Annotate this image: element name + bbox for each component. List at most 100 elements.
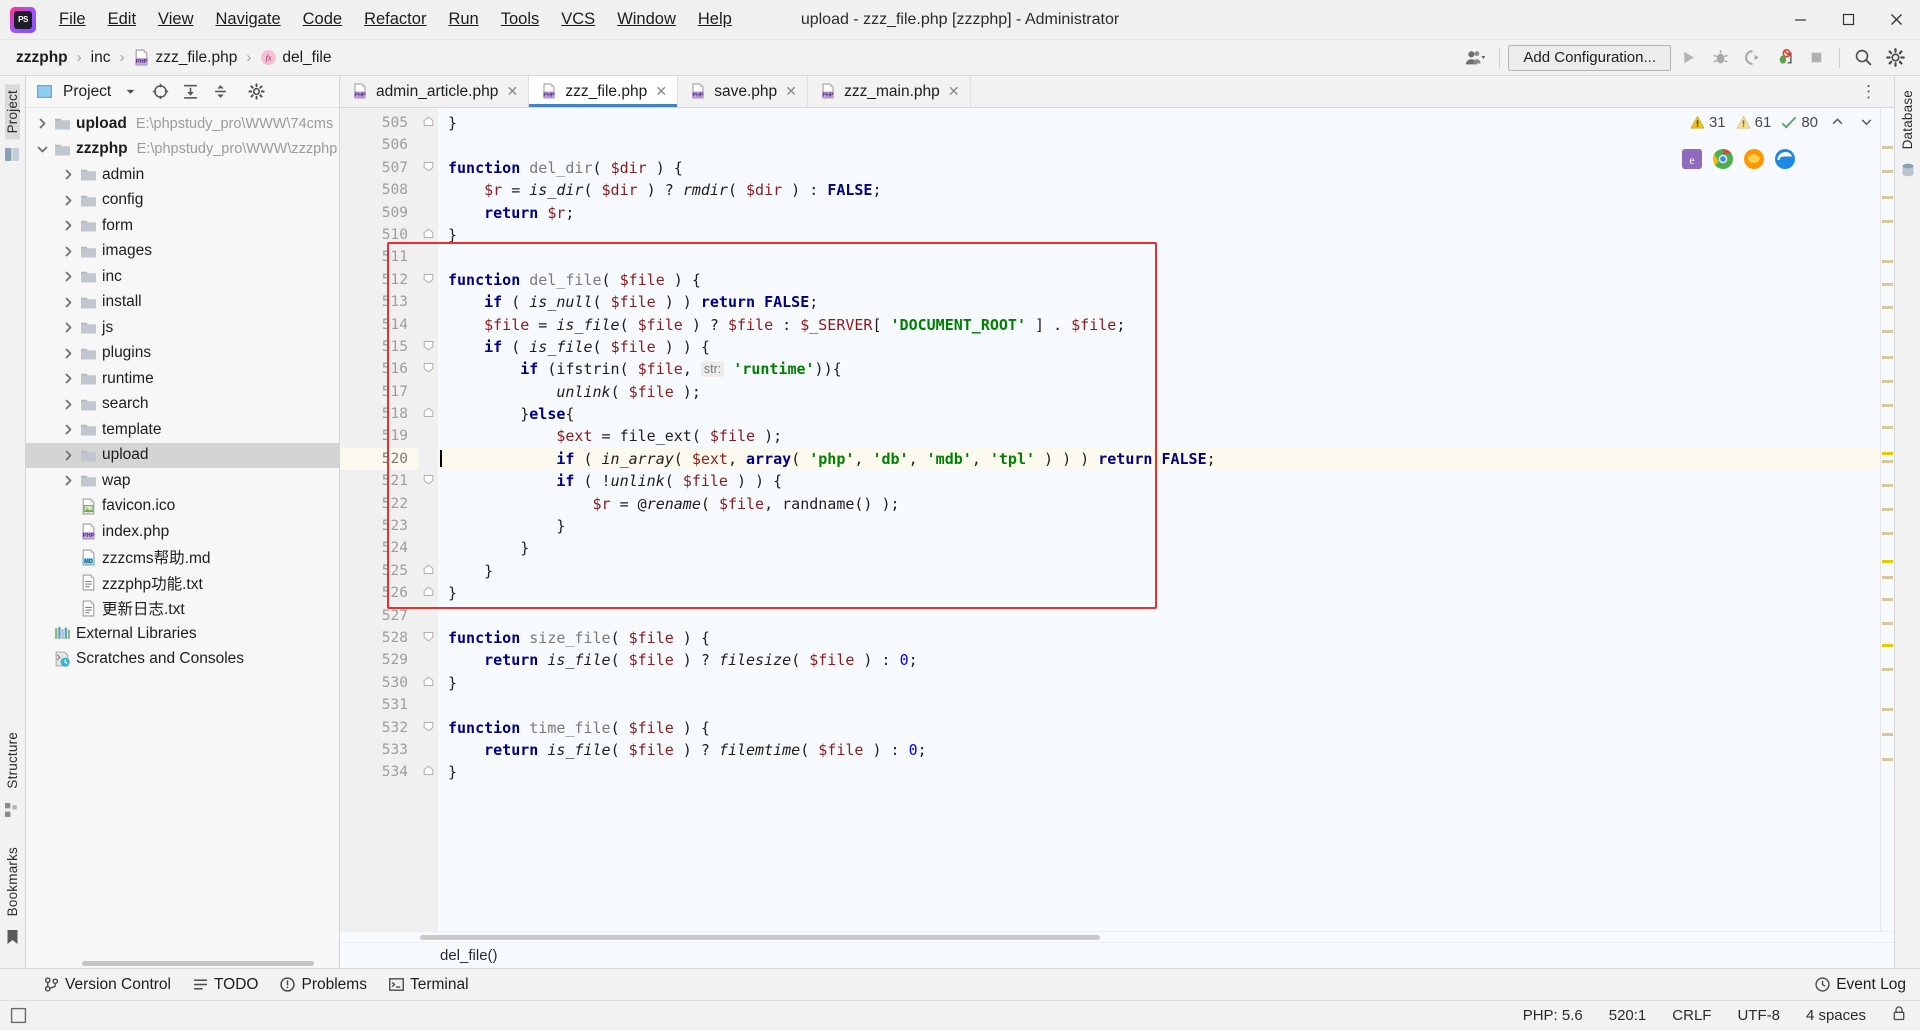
line-number[interactable]: 513 [340, 291, 418, 313]
chevron-right-icon[interactable] [34, 118, 51, 129]
code-fold-toggle[interactable] [418, 403, 438, 425]
code-fold-toggle[interactable] [418, 627, 438, 649]
tree-node-zzzcms-md[interactable]: MD zzzcms帮助.md [26, 545, 339, 571]
code-line[interactable]: return is_file( $file ) ? filemtime( $fi… [438, 739, 1880, 761]
line-number[interactable]: 515 [340, 336, 418, 358]
tree-node-runtime[interactable]: runtime [26, 366, 339, 392]
line-number[interactable]: 510 [340, 224, 418, 246]
weak-warnings-count[interactable]: 61 [1736, 114, 1771, 131]
line-number[interactable]: 529 [340, 649, 418, 671]
chevron-right-icon[interactable] [60, 297, 77, 308]
code-fold-toggle[interactable] [418, 582, 438, 604]
code-line[interactable]: return $r; [438, 202, 1880, 224]
menu-tools[interactable]: Tools [490, 6, 551, 33]
project-strip-icon[interactable] [5, 147, 20, 167]
code-line[interactable] [438, 134, 1880, 156]
code-folding-strip[interactable] [418, 108, 438, 931]
maximize-button[interactable] [1824, 0, 1872, 40]
code-line[interactable]: if ( is_file( $file ) ) { [438, 336, 1880, 358]
scrollbar-thumb[interactable] [420, 935, 1100, 940]
code-line[interactable]: } [438, 515, 1880, 537]
lock-icon[interactable] [1892, 1006, 1906, 1025]
browser-firefox-icon[interactable] [1743, 148, 1765, 170]
expand-all-icon[interactable] [177, 80, 203, 104]
code-line[interactable]: } [438, 582, 1880, 604]
tree-node-zzzphp[interactable]: zzzphp E:\phpstudy_pro\WWW\zzzphp [26, 137, 339, 163]
tree-node-install[interactable]: install [26, 290, 339, 316]
line-number[interactable]: 511 [340, 246, 418, 268]
indent-size-status[interactable]: 4 spaces [1806, 1007, 1866, 1024]
line-number[interactable]: 505 [340, 112, 418, 134]
search-everywhere-icon[interactable] [1848, 44, 1878, 72]
chevron-down-icon[interactable] [34, 144, 51, 155]
line-separator-status[interactable]: CRLF [1672, 1007, 1711, 1024]
code-fold-toggle[interactable] [418, 470, 438, 492]
chevron-right-icon[interactable] [60, 169, 77, 180]
tool-button-todo[interactable]: TODO [193, 976, 258, 994]
project-tree[interactable]: upload E:\phpstudy_pro\WWW\74cms zzzphp E:\… [26, 108, 339, 958]
code-fold-toggle[interactable] [418, 224, 438, 246]
settings-gear-icon[interactable] [1880, 44, 1910, 72]
tree-node-wap[interactable]: wap [26, 468, 339, 494]
line-number[interactable]: 514 [340, 314, 418, 336]
tree-node-index-php[interactable]: PHP index.php [26, 519, 339, 545]
line-number[interactable]: 520 [340, 447, 418, 471]
browser-edge-icon[interactable] [1774, 148, 1796, 170]
code-line[interactable] [438, 605, 1880, 627]
chevron-right-icon[interactable] [60, 450, 77, 461]
code-line[interactable]: } [438, 560, 1880, 582]
breadcrumb-item-file[interactable]: PHP zzz_file.php [129, 47, 241, 69]
code-fold-toggle[interactable] [418, 269, 438, 291]
close-tab-icon[interactable]: ✕ [505, 83, 519, 100]
line-number[interactable]: 523 [340, 515, 418, 537]
line-number[interactable]: 508 [340, 179, 418, 201]
code-fold-toggle[interactable] [418, 157, 438, 179]
tool-button-terminal[interactable]: Terminal [389, 976, 469, 994]
code-line[interactable]: if ( in_array( $ext, array( 'php', 'db',… [438, 447, 1880, 471]
tree-node-template[interactable]: template [26, 417, 339, 443]
code-line[interactable] [438, 694, 1880, 716]
code-line[interactable]: return is_file( $file ) ? filesize( $fil… [438, 649, 1880, 671]
menu-code[interactable]: Code [292, 6, 353, 33]
chevron-right-icon[interactable] [60, 246, 77, 257]
code-line[interactable]: } [438, 537, 1880, 559]
chevron-up-icon[interactable] [1828, 115, 1847, 131]
code-line[interactable]: } [438, 761, 1880, 783]
tree-node-external-libraries[interactable]: External Libraries [26, 621, 339, 647]
tool-button-event-log[interactable]: Event Log [1815, 976, 1906, 994]
code-editor[interactable]: 505 506 507 508 509 510 511 512 513 514 515 516 517 5… [340, 108, 1894, 931]
line-number[interactable]: 506 [340, 134, 418, 156]
minimize-button[interactable] [1776, 0, 1824, 40]
code-fold-toggle[interactable] [418, 761, 438, 783]
menu-refactor[interactable]: Refactor [353, 6, 437, 33]
tree-node-admin[interactable]: admin [26, 162, 339, 188]
caret-position-status[interactable]: 520:1 [1609, 1007, 1647, 1024]
code-fold-toggle[interactable] [418, 672, 438, 694]
tool-button-database[interactable]: Database [1900, 84, 1915, 155]
code-line[interactable]: }else{ [438, 403, 1880, 425]
code-line[interactable]: $r = @rename( $file, randname() ); [438, 493, 1880, 515]
close-button[interactable] [1872, 0, 1920, 40]
code-fold-toggle[interactable] [418, 717, 438, 739]
code-line[interactable] [438, 246, 1880, 268]
code-line[interactable]: } [438, 112, 1880, 134]
tree-node-plugins[interactable]: plugins [26, 341, 339, 367]
line-number[interactable]: 525 [340, 560, 418, 582]
tree-node-images[interactable]: images [26, 239, 339, 265]
editor-marker-bar[interactable] [1880, 108, 1894, 931]
tool-button-version-control[interactable]: Version Control [44, 976, 171, 994]
tree-node-zzzphp-txt[interactable]: zzzphp功能.txt [26, 570, 339, 596]
line-number[interactable]: 531 [340, 694, 418, 716]
line-number[interactable]: 516 [340, 358, 418, 380]
chevron-right-icon[interactable] [60, 195, 77, 206]
stop-icon[interactable] [1801, 44, 1831, 72]
structure-strip-icon[interactable] [5, 802, 20, 823]
line-number[interactable]: 507 [340, 157, 418, 179]
menu-file[interactable]: File [48, 6, 97, 33]
chevron-right-icon[interactable] [60, 220, 77, 231]
line-number[interactable]: 530 [340, 672, 418, 694]
menu-view[interactable]: View [147, 6, 204, 33]
line-number[interactable]: 521 [340, 470, 418, 492]
close-tab-icon[interactable]: ✕ [654, 83, 668, 100]
chevron-right-icon[interactable] [60, 475, 77, 486]
